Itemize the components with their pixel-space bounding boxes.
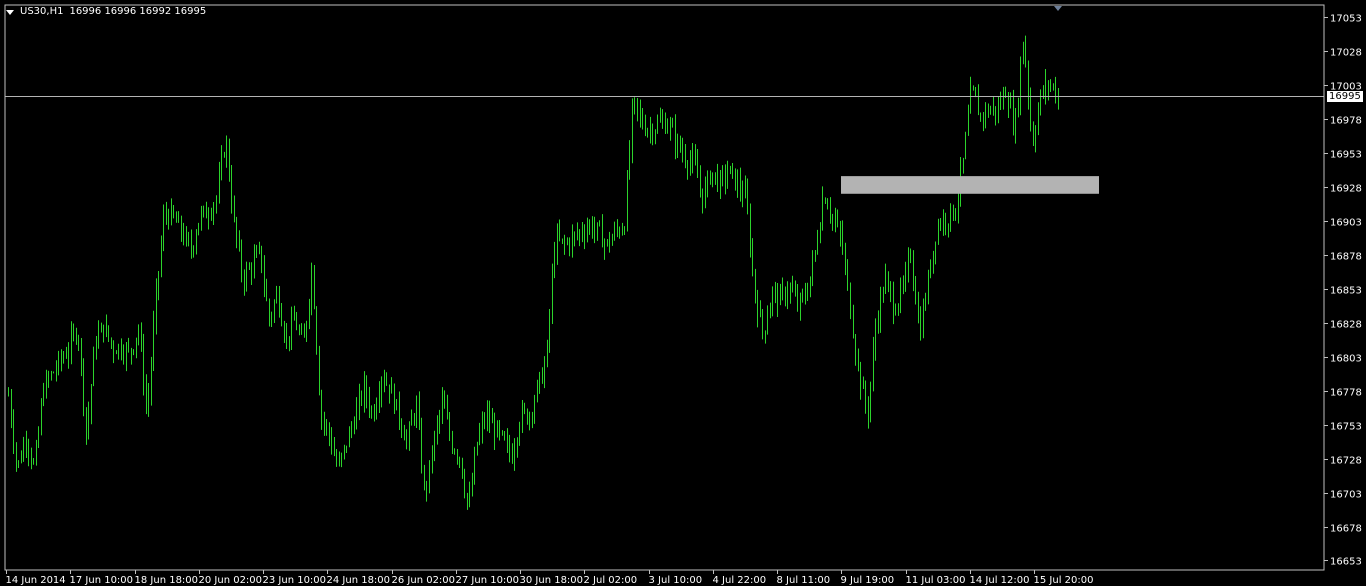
x-tick-label: 30 Jun 18:00 — [520, 575, 584, 586]
x-tick-label: 4 Jul 22:00 — [713, 575, 767, 586]
x-tick-label: 8 Jul 11:00 — [777, 575, 831, 586]
y-tick-label: 16703 — [1330, 490, 1362, 501]
y-tick-label: 16903 — [1330, 218, 1362, 229]
chart-background — [0, 0, 1366, 586]
x-tick-label: 14 Jul 12:00 — [970, 575, 1030, 586]
y-tick-label: 17053 — [1330, 14, 1362, 25]
x-tick-label: 24 Jun 18:00 — [327, 575, 391, 586]
x-tick-label: 9 Jul 19:00 — [841, 575, 895, 586]
y-tick-label: 16803 — [1330, 354, 1362, 365]
y-tick-label: 16653 — [1330, 557, 1362, 568]
x-tick-label: 17 Jun 10:00 — [70, 575, 134, 586]
chart-header: US30,H1 16996 16996 16992 16995 — [6, 6, 206, 18]
y-tick-label: 16678 — [1330, 524, 1362, 535]
current-price-tag: 16995 — [1326, 89, 1364, 103]
x-tick-label: 18 Jun 18:00 — [135, 575, 199, 586]
ohlc-values: 16996 16996 16992 16995 — [69, 6, 207, 17]
x-tick-label: 2 Jul 02:00 — [584, 575, 638, 586]
x-tick-label: 14 Jun 2014 — [6, 575, 66, 586]
x-tick-label: 20 Jun 02:00 — [199, 575, 263, 586]
y-tick-label: 16728 — [1330, 456, 1362, 467]
x-tick-label: 11 Jul 03:00 — [906, 575, 966, 586]
y-tick-label: 16753 — [1330, 422, 1362, 433]
y-tick-label: 16778 — [1330, 388, 1362, 399]
symbol-timeframe: US30,H1 — [20, 6, 64, 17]
support-zone-rect — [841, 176, 1099, 194]
y-tick-label: 16953 — [1330, 150, 1362, 161]
collapse-triangle-icon[interactable] — [6, 9, 14, 15]
support-zone-layer — [841, 176, 1099, 194]
y-tick-label: 16853 — [1330, 286, 1362, 297]
y-tick-label: 16828 — [1330, 320, 1362, 331]
x-tick-label: 27 Jun 10:00 — [456, 575, 520, 586]
x-tick-label: 23 Jun 10:00 — [263, 575, 327, 586]
price-chart[interactable]: 17053 17028 17003 16978 16953 16928 16903 16878… — [0, 0, 1366, 586]
x-tick-label: 26 Jun 02:00 — [392, 575, 456, 586]
x-tick-label: 3 Jul 10:00 — [649, 575, 703, 586]
y-tick-label: 16978 — [1330, 116, 1362, 127]
y-tick-label: 16928 — [1330, 184, 1362, 195]
chart-canvas[interactable]: 1705317028170031697816953169281690316878… — [0, 0, 1366, 586]
y-tick-label: 16878 — [1330, 252, 1362, 263]
x-tick-label: 15 Jul 20:00 — [1034, 575, 1094, 586]
y-tick-label: 17028 — [1330, 48, 1362, 59]
